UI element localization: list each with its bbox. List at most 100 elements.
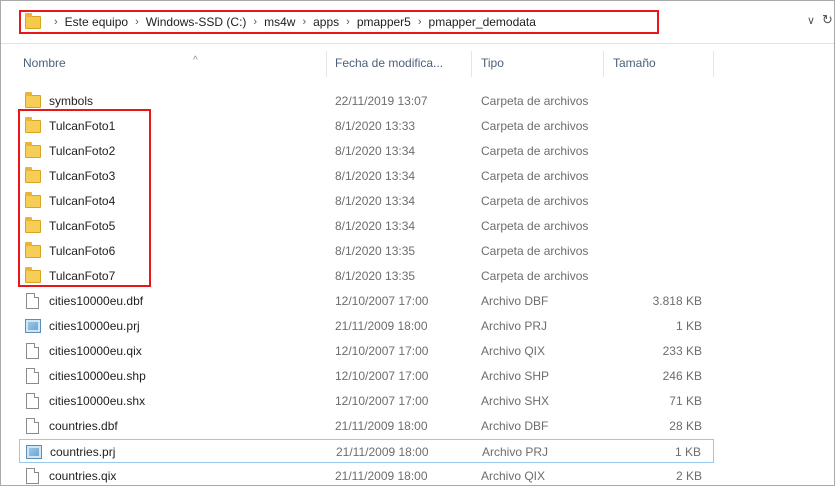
file-date: 8/1/2020 13:34 xyxy=(335,144,416,158)
file-size: 246 KB xyxy=(662,369,702,383)
file-row[interactable]: TulcanFoto6 8/1/2020 13:35 Carpeta de arch… xyxy=(19,239,714,263)
file-type: Carpeta de archivos xyxy=(481,219,589,233)
file-icon xyxy=(25,418,41,434)
file-size: 1 KB xyxy=(675,319,702,333)
file-row[interactable]: cities10000eu.shx 12/10/2007 17:00 Archivo… xyxy=(19,389,714,413)
file-row[interactable]: TulcanFoto2 8/1/2020 13:34 Carpeta de arch… xyxy=(19,139,714,163)
file-date: 8/1/2020 13:33 xyxy=(335,119,416,133)
file-name: cities10000eu.shx xyxy=(49,394,146,408)
file-size: 3.818 KB xyxy=(652,294,702,308)
file-size: 28 KB xyxy=(669,419,702,433)
column-header: Nombre ^ Fecha de modifica... Tipo Tamañ… xyxy=(1,43,834,81)
column-type[interactable]: Tipo xyxy=(481,53,504,73)
sort-ascending-icon: ^ xyxy=(193,55,198,66)
breadcrumb-windows-ssd[interactable]: Windows-SSD (C:) xyxy=(146,15,247,29)
breadcrumb-apps[interactable]: apps xyxy=(313,15,339,29)
column-name[interactable]: Nombre ^ xyxy=(23,53,323,73)
file-date: 21/11/2009 18:00 xyxy=(335,469,428,483)
breadcrumb[interactable]: › Este equipo › Windows-SSD (C:) › ms4w … xyxy=(19,10,659,34)
file-name: TulcanFoto3 xyxy=(49,169,116,183)
file-date: 22/11/2019 13:07 xyxy=(335,94,428,108)
column-size[interactable]: Tamaño xyxy=(613,53,656,73)
file-date: 21/11/2009 18:00 xyxy=(335,319,428,333)
file-name: symbols xyxy=(49,94,94,108)
column-date[interactable]: Fecha de modifica... xyxy=(335,53,443,73)
file-row[interactable]: TulcanFoto3 8/1/2020 13:34 Carpeta de arch… xyxy=(19,164,714,188)
column-name-label: Nombre xyxy=(23,56,66,70)
chevron-right-icon[interactable]: › xyxy=(135,16,139,28)
file-type: Carpeta de archivos xyxy=(481,119,589,133)
file-icon xyxy=(25,368,41,384)
breadcrumb-pmapper5[interactable]: pmapper5 xyxy=(357,15,411,29)
column-divider[interactable] xyxy=(713,51,714,77)
file-size: 71 KB xyxy=(669,394,702,408)
file-date: 12/10/2007 17:00 xyxy=(335,294,429,308)
folder-icon xyxy=(25,267,41,284)
file-row[interactable]: cities10000eu.qix 12/10/2007 17:00 Archivo… xyxy=(19,339,714,363)
file-name: countries.dbf xyxy=(49,419,118,433)
file-type: Carpeta de archivos xyxy=(481,169,589,183)
file-size: 2 KB xyxy=(675,469,702,483)
folder-icon xyxy=(25,192,41,209)
file-name: TulcanFoto4 xyxy=(49,194,116,208)
folder-icon xyxy=(25,242,41,259)
file-name: TulcanFoto1 xyxy=(49,119,116,133)
file-name: TulcanFoto5 xyxy=(49,219,116,233)
file-type: Carpeta de archivos xyxy=(481,194,589,208)
folder-icon xyxy=(25,92,41,109)
file-type: Archivo PRJ xyxy=(482,445,549,459)
file-name: cities10000eu.dbf xyxy=(49,294,144,308)
file-name: countries.qix xyxy=(49,469,117,483)
file-date: 12/10/2007 17:00 xyxy=(335,394,429,408)
file-name: TulcanFoto7 xyxy=(49,269,116,283)
folder-icon xyxy=(25,217,41,234)
file-row[interactable]: TulcanFoto1 8/1/2020 13:33 Carpeta de arch… xyxy=(19,114,714,138)
file-name: countries.prj xyxy=(50,445,116,459)
file-row[interactable]: countries.qix 21/11/2009 18:00 Archivo QIX… xyxy=(19,464,714,488)
column-divider[interactable] xyxy=(326,51,327,77)
prj-file-icon xyxy=(25,318,41,334)
file-type: Carpeta de archivos xyxy=(481,94,589,108)
folder-icon xyxy=(25,117,41,134)
file-row[interactable]: countries.prj 21/11/2009 18:00 Archivo PRJ… xyxy=(19,439,714,463)
file-row[interactable]: TulcanFoto4 8/1/2020 13:34 Carpeta de arch… xyxy=(19,189,714,213)
breadcrumb-pmapper-demodata[interactable]: pmapper_demodata xyxy=(429,15,536,29)
file-date: 8/1/2020 13:35 xyxy=(335,269,416,283)
refresh-icon[interactable]: ↻ xyxy=(822,12,833,28)
breadcrumb-este-equipo[interactable]: Este equipo xyxy=(65,15,128,29)
file-date: 8/1/2020 13:34 xyxy=(335,194,416,208)
file-type: Archivo SHX xyxy=(481,394,550,408)
file-type: Carpeta de archivos xyxy=(481,244,589,258)
file-row[interactable]: countries.dbf 21/11/2009 18:00 Archivo DBF… xyxy=(19,414,714,438)
file-size: 1 KB xyxy=(674,445,701,459)
chevron-right-icon[interactable]: › xyxy=(253,16,257,28)
file-type: Archivo SHP xyxy=(481,369,550,383)
folder-icon xyxy=(25,167,41,184)
file-icon xyxy=(25,293,41,309)
file-row[interactable]: cities10000eu.dbf 12/10/2007 17:00 Archivo… xyxy=(19,289,714,313)
column-divider[interactable] xyxy=(603,51,604,77)
folder-icon xyxy=(25,12,41,29)
file-row[interactable]: TulcanFoto7 8/1/2020 13:35 Carpeta de arch… xyxy=(19,264,714,288)
file-icon xyxy=(25,468,41,484)
file-type: Archivo QIX xyxy=(481,469,546,483)
file-row[interactable]: cities10000eu.shp 12/10/2007 17:00 Archivo… xyxy=(19,364,714,388)
file-date: 12/10/2007 17:00 xyxy=(335,369,429,383)
file-date: 21/11/2009 18:00 xyxy=(335,419,428,433)
address-bar: › Este equipo › Windows-SSD (C:) › ms4w … xyxy=(1,1,834,44)
file-row[interactable]: cities10000eu.prj 21/11/2009 18:00 Archivo… xyxy=(19,314,714,338)
chevron-right-icon[interactable]: › xyxy=(54,16,58,28)
chevron-right-icon[interactable]: › xyxy=(418,16,422,28)
file-type: Archivo DBF xyxy=(481,294,549,308)
address-dropdown-icon[interactable]: ∨ xyxy=(807,14,815,27)
file-row[interactable]: symbols 22/11/2019 13:07 Carpeta de archiv… xyxy=(19,89,714,113)
column-divider[interactable] xyxy=(471,51,472,77)
file-row[interactable]: TulcanFoto5 8/1/2020 13:34 Carpeta de arch… xyxy=(19,214,714,238)
chevron-right-icon[interactable]: › xyxy=(302,16,306,28)
folder-icon xyxy=(25,142,41,159)
breadcrumb-ms4w[interactable]: ms4w xyxy=(264,15,295,29)
file-icon xyxy=(25,393,41,409)
file-name: cities10000eu.prj xyxy=(49,319,140,333)
chevron-right-icon[interactable]: › xyxy=(346,16,350,28)
file-date: 8/1/2020 13:34 xyxy=(335,169,416,183)
